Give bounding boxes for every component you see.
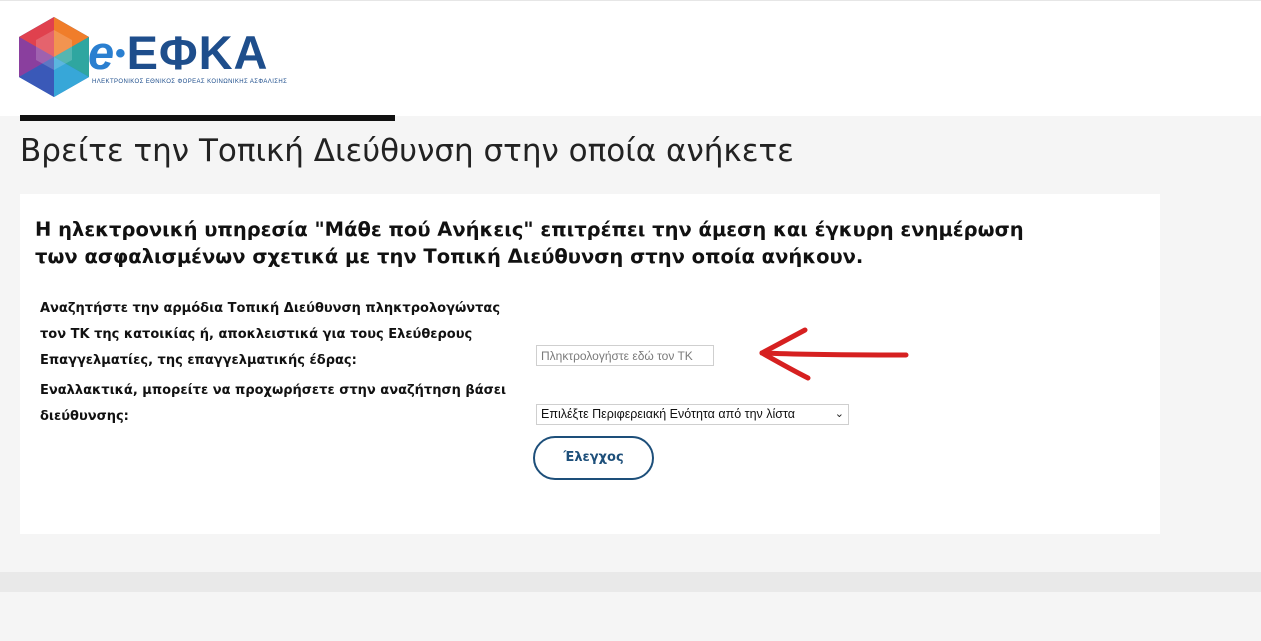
page-title: Βρείτε την Τοπική Διεύθυνση στην οποία α…: [20, 133, 794, 169]
logo-wordmark[interactable]: e•ΕΦΚΑ: [88, 29, 268, 77]
red-arrow-icon: [759, 327, 909, 381]
region-select-value: Επιλέξτε Περιφερειακή Ενότητα από την λί…: [541, 407, 795, 421]
intro-text: Η ηλεκτρονική υπηρεσία "Μάθε πού Ανήκεις…: [35, 218, 1024, 268]
logo-subtitle: ΗΛΕΚΤΡΟΝΙΚΟΣ ΕΘΝΙΚΟΣ ΦΟΡΕΑΣ ΚΟΙΝΩΝΙΚΗΣ Α…: [92, 79, 288, 85]
zip-code-input[interactable]: [536, 345, 714, 366]
efka-logo-icon[interactable]: [18, 16, 90, 98]
zip-label: Αναζητήστε την αρμόδια Τοπική Διεύθυνση …: [40, 301, 501, 368]
chevron-down-icon: ⌄: [834, 408, 844, 420]
region-select[interactable]: Επιλέξτε Περιφερειακή Ενότητα από την λί…: [536, 404, 849, 425]
title-accent-bar: [20, 115, 395, 121]
check-button[interactable]: Έλεγχος: [533, 436, 654, 480]
footer-band: [0, 572, 1261, 592]
search-card: Η ηλεκτρονική υπηρεσία "Μάθε πού Ανήκεις…: [20, 194, 1160, 534]
site-header: e•ΕΦΚΑ ΗΛΕΚΤΡΟΝΙΚΟΣ ΕΘΝΙΚΟΣ ΦΟΡΕΑΣ ΚΟΙΝΩ…: [0, 0, 1261, 116]
address-search-label: Εναλλακτικά, μπορείτε να προχωρήσετε στη…: [40, 383, 507, 424]
